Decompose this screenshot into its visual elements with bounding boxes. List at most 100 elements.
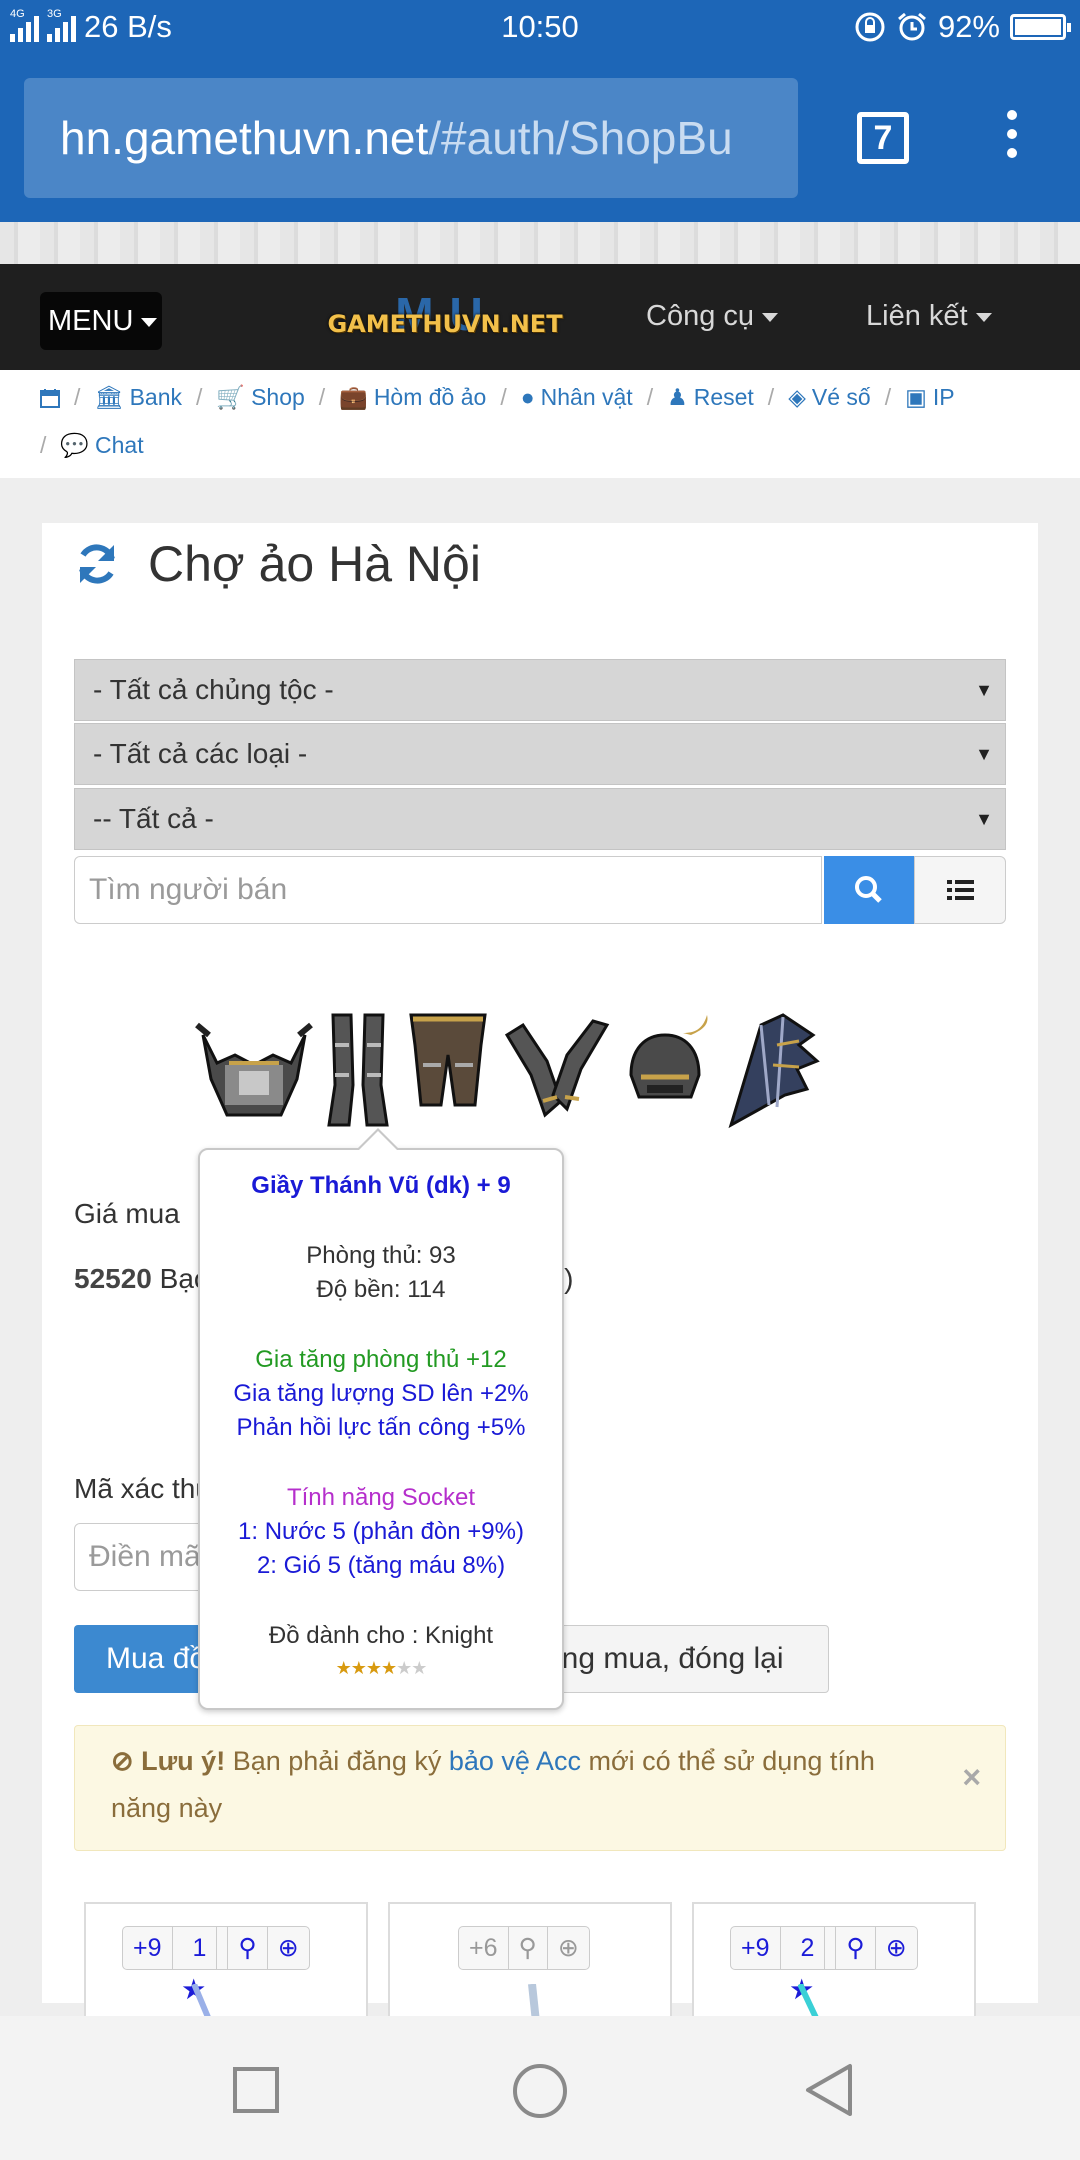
tooltip-defense: Phòng thủ: 93 [306,1242,456,1269]
item-set [195,1005,825,1130]
ban-icon: ⊘ [111,1746,134,1776]
item-card[interactable]: +9 1 ★ ⚲ ⊕ [84,1902,368,2024]
recents-icon[interactable] [232,2066,280,2114]
protect-account-link[interactable]: bảo vệ Acc [449,1746,581,1776]
site-navbar: MENU MU GAMETHUVN.NET Công cụ Liên kết [0,264,1080,370]
star-filled-icon: ★ [365,1658,382,1678]
list-icon [947,880,974,900]
refresh-icon[interactable] [74,541,120,587]
battery-percent: 92% [937,9,1000,44]
tools-label: Công cụ [646,300,755,332]
level-badge[interactable]: +9 [123,1927,173,1969]
site-logo[interactable]: MU GAMETHUVN.NET [322,291,568,350]
rotation-lock-icon [855,12,885,42]
crumb-lottery[interactable]: ◈ Vé số [788,384,871,411]
star-badge[interactable]: 1 ★ [173,1927,229,2004]
seller-search-input[interactable]: Tìm người bán [74,856,822,924]
url-path: /#auth/ShopBu [428,112,733,164]
tooltip-item-name: Giầy Thánh Vũ (dk) + 9 [251,1172,511,1199]
list-view-button[interactable] [914,856,1006,924]
item-card[interactable]: +9 2 ★ ⚲ ⊕ [692,1902,976,2024]
type-select[interactable]: - Tất cả các loại - ▼ [74,723,1006,785]
star-badge[interactable]: 2 ★ [781,1927,837,2004]
item-card[interactable]: +6 ⚲ ⊕ [388,1902,672,2023]
close-icon[interactable]: × [962,1754,981,1801]
tooltip-socket-title: Tính năng Socket [286,1484,476,1511]
armor-item-icon[interactable] [195,1005,313,1130]
url-field[interactable]: hn.gamethuvn.net/#auth/ShopBu [24,78,798,198]
star-filled-icon: ★ [335,1658,352,1678]
crumb-ip[interactable]: ▣ IP [905,384,954,411]
tooltip-class: Đồ dành cho : Knight [268,1622,494,1649]
suitcase-icon: 💼 [339,384,368,410]
tooltip-socket-2: 2: Gió 5 (tăng máu 8%) [256,1552,506,1579]
reset-user-icon: ♟ [667,384,688,410]
battery-fill [1015,19,1061,35]
boots-item-icon[interactable] [323,1005,393,1130]
rating-stars: ★★★★★★ [200,1658,562,1679]
bank-icon: 🏛 [94,384,124,410]
search-icon[interactable]: ⚲ [836,1927,876,1969]
card-toolbar: +6 ⚲ ⊕ [458,1926,590,1970]
gloves-item-icon[interactable] [503,1005,611,1130]
tooltip-socket-1: 1: Nước 5 (phản đòn +9%) [238,1518,524,1545]
more-options-icon[interactable] [1000,110,1024,170]
search-button[interactable] [824,856,914,924]
star-empty-icon: ★ [411,1658,427,1678]
wings-item-icon[interactable] [721,1005,825,1130]
calendar-icon[interactable] [40,388,60,408]
back-icon[interactable] [804,2062,856,2118]
tools-dropdown[interactable]: Công cụ [646,300,779,333]
pants-item-icon[interactable] [403,1005,493,1130]
level-badge[interactable]: +6 [459,1927,509,1969]
item-tooltip: Giầy Thánh Vũ (dk) + 9 Phòng thủ: 93 Độ … [198,1128,564,1710]
page-title: Chợ ảo Hà Nội [74,535,481,593]
url-host: hn.gamethuvn.net [60,112,429,164]
menu-label: MENU [48,305,134,337]
crumb-character[interactable]: ● Nhân vật [521,384,633,411]
price-value: 52520 [74,1263,152,1294]
search-icon[interactable]: ⚲ [228,1927,268,1969]
zoom-in-icon[interactable]: ⊕ [876,1927,917,1969]
search-icon[interactable]: ⚲ [509,1927,548,1969]
home-icon[interactable] [511,2062,569,2120]
header-pattern [0,222,1080,264]
card-toolbar: +9 2 ★ ⚲ ⊕ [730,1926,918,2004]
star-empty-icon: ★ [396,1658,412,1678]
search-icon [855,876,882,903]
caret-down-icon [762,312,779,322]
status-bar: 4G 3G 26 B/s 10:50 92% [0,0,1080,54]
verification-label: Mã xác thu [74,1473,211,1504]
helmet-item-icon[interactable] [621,1005,711,1130]
crumb-inventory[interactable]: 💼 Hòm đồ ảo [339,384,486,411]
logo-text: GAMETHUVN.NET [327,310,563,338]
tab-switcher-button[interactable]: 7 [857,112,909,164]
zoom-in-icon[interactable]: ⊕ [548,1927,589,1969]
category-select[interactable]: -- Tất cả - ▼ [74,788,1006,850]
alarm-icon [897,12,926,41]
tooltip-option-2: Gia tăng lượng SD lên +2% [233,1380,529,1407]
tooltip-durability: Độ bền: 114 [316,1276,446,1303]
crumb-bank[interactable]: 🏛 Bank [94,384,182,411]
ticket-icon: ◈ [788,384,806,410]
links-dropdown[interactable]: Liên kết [866,300,992,333]
race-select[interactable]: - Tất cả chủng tộc - ▼ [74,659,1006,721]
user-icon: ● [520,384,535,410]
price-label: Giá mua [74,1198,180,1229]
links-label: Liên kết [866,300,968,332]
level-badge[interactable]: +9 [731,1927,781,1969]
star-filled-icon: ★ [350,1658,367,1678]
price-row: 52520 Bạcbạc) [74,1263,573,1295]
crumb-shop[interactable]: 🛒 Shop [216,384,304,411]
page-title-text: Chợ ảo Hà Nội [148,536,481,592]
crumb-chat[interactable]: 💬 Chat [60,432,143,459]
system-navigation-bar [0,2016,1080,2160]
chat-icon: 💬 [60,432,90,458]
tooltip-option-3: Phản hồi lực tấn công +5% [236,1414,526,1441]
crumb-reset[interactable]: ♟ Reset [667,384,754,411]
dropdown-arrow-icon: ▼ [975,680,993,700]
menu-button[interactable]: MENU [40,292,162,350]
zoom-in-icon[interactable]: ⊕ [268,1927,309,1969]
caret-down-icon [141,317,158,327]
alert-text-before: Bạn phải đăng ký [225,1746,449,1776]
